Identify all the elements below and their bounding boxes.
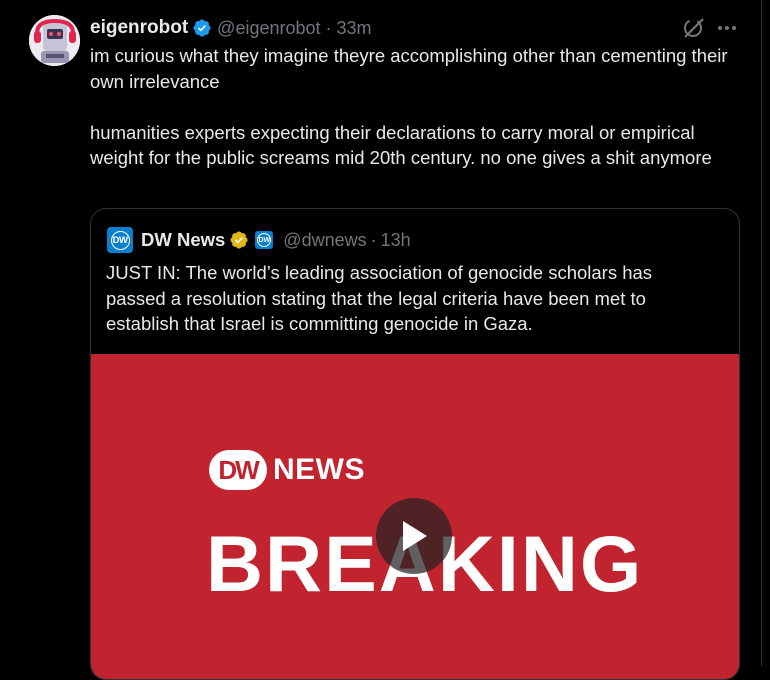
verified-badge-icon — [193, 19, 211, 37]
timeline-column: eigenrobot @eigenrobot · 33m im curious … — [0, 0, 762, 680]
post-timestamp[interactable]: 33m — [337, 18, 372, 39]
more-options-icon — [718, 26, 736, 30]
dw-logo-circle: DW — [209, 450, 267, 490]
video-thumbnail[interactable]: DW NEWS BREAKING — [91, 354, 739, 679]
affiliate-badge-icon: DW — [255, 231, 274, 249]
quoted-timestamp[interactable]: 13h — [381, 230, 411, 251]
scrollbar-gutter — [762, 0, 770, 666]
quoted-author-name[interactable]: DW News — [141, 229, 225, 251]
grok-icon — [684, 18, 704, 38]
affiliate-logo: DW — [257, 233, 272, 247]
post-text: im curious what they imagine theyre acco… — [90, 45, 728, 168]
separator-dot: · — [325, 17, 332, 38]
quoted-post[interactable]: DW DW News DW @dwnews · 13h JUST IN: The… — [90, 208, 740, 680]
avatar[interactable] — [29, 15, 80, 66]
dw-logo-circle-text: DW — [218, 454, 259, 485]
quoted-author-handle[interactable]: @dwnews — [283, 230, 366, 251]
author-handle[interactable]: @eigenrobot — [217, 18, 320, 39]
quoted-post-header: DW DW News DW @dwnews · 13h — [107, 227, 411, 253]
more-options-button[interactable] — [712, 15, 742, 41]
play-button[interactable] — [376, 498, 452, 574]
dw-news-logo: DW NEWS — [209, 450, 365, 490]
quoted-post-text: JUST IN: The world’s leading association… — [106, 262, 653, 334]
author-name[interactable]: eigenrobot — [90, 17, 188, 39]
dw-logo-text: NEWS — [273, 453, 365, 486]
post-header: eigenrobot @eigenrobot · 33m — [90, 16, 372, 40]
quoted-avatar[interactable]: DW — [107, 227, 133, 253]
play-icon — [403, 521, 427, 551]
grok-button[interactable] — [681, 15, 707, 41]
dw-logo-icon: DW — [110, 230, 130, 250]
robot-avatar-icon — [29, 15, 80, 66]
quoted-separator-dot: · — [370, 229, 377, 250]
gold-verified-badge-icon — [230, 231, 248, 249]
